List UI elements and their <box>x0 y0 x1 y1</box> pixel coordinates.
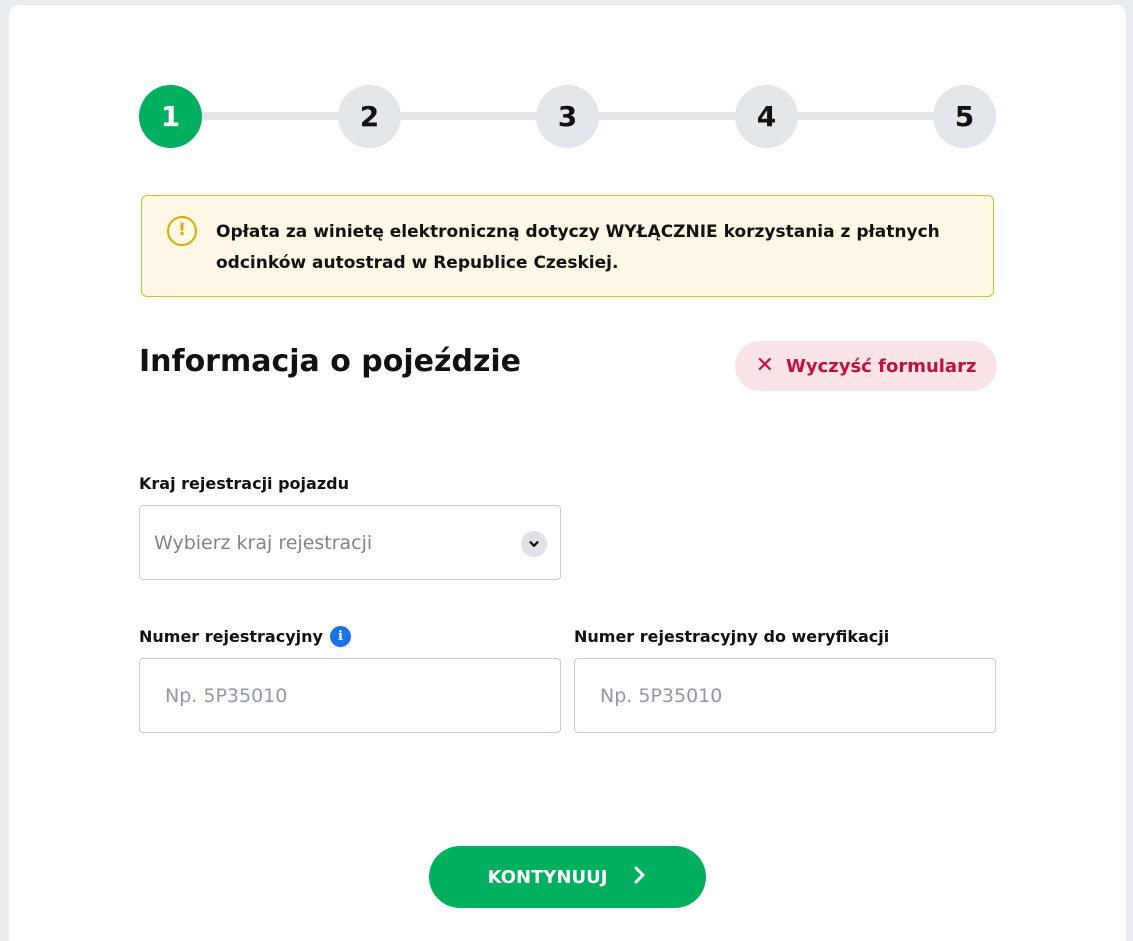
country-select-placeholder: Wybierz kraj rejestracji <box>154 532 373 554</box>
warning-circle-icon: ! <box>167 216 197 246</box>
step-5[interactable]: 5 <box>933 85 996 148</box>
close-icon: ✕ <box>755 353 774 378</box>
clear-form-button[interactable]: ✕ Wyczyść formularz <box>735 341 997 391</box>
plate-verify-input[interactable] <box>574 658 996 733</box>
step-3[interactable]: 3 <box>536 85 599 148</box>
page-title: Informacja o pojeździe <box>139 344 522 379</box>
plate-verify-label: Numer rejestracyjny do weryfikacji <box>574 627 890 646</box>
chevron-right-icon <box>633 865 647 890</box>
country-select[interactable]: Wybierz kraj rejestracji <box>139 505 561 580</box>
step-4[interactable]: 4 <box>735 85 798 148</box>
continue-label: KONTYNUUJ <box>487 866 608 888</box>
progress-stepper: 1 2 3 4 5 <box>139 85 997 148</box>
continue-button[interactable]: KONTYNUUJ <box>429 846 706 908</box>
info-alert: ! Opłata za winietę elektroniczną dotycz… <box>141 195 994 297</box>
plate-label: Numer rejestracyjny <box>139 627 323 646</box>
alert-text: Opłata za winietę elektroniczną dotyczy … <box>216 222 940 273</box>
plate-input[interactable] <box>139 658 561 733</box>
step-2[interactable]: 2 <box>338 85 401 148</box>
clear-form-label: Wyczyść formularz <box>786 355 977 377</box>
country-label: Kraj rejestracji pojazdu <box>139 474 349 493</box>
step-1[interactable]: 1 <box>139 85 202 148</box>
info-icon[interactable]: i <box>330 626 351 647</box>
chevron-down-icon <box>521 531 547 557</box>
